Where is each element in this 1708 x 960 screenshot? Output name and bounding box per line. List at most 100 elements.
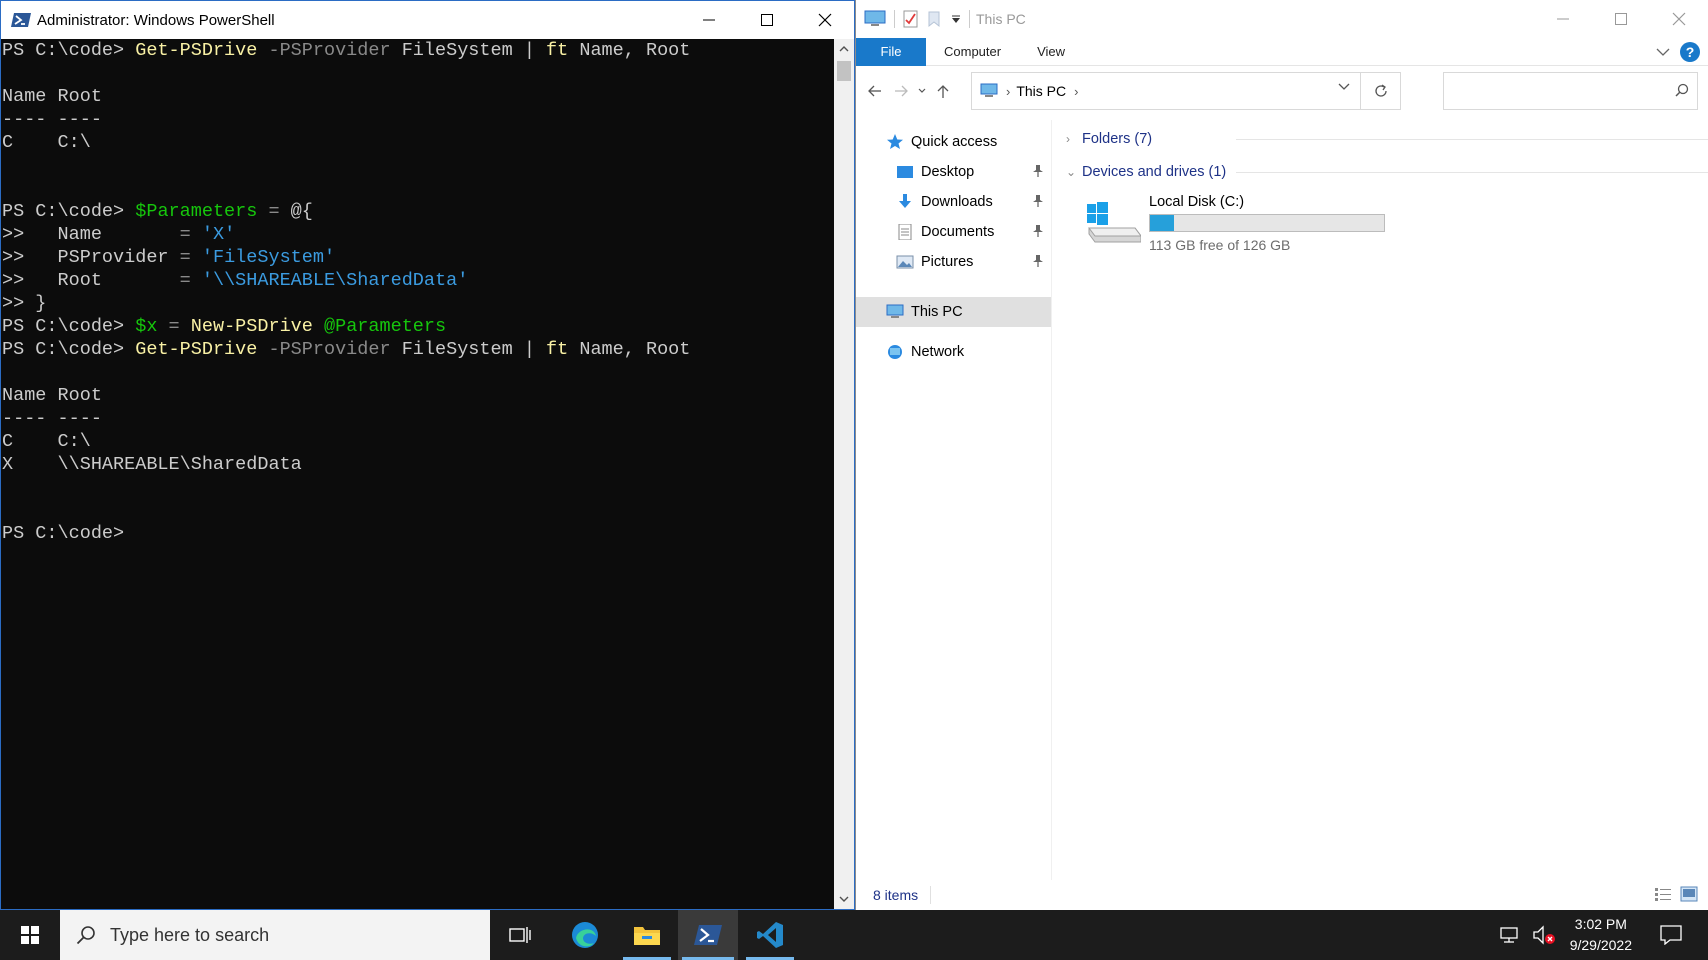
- notifications-icon[interactable]: [1660, 925, 1682, 945]
- taskbar-file-explorer[interactable]: [619, 910, 675, 960]
- clock-time: 3:02 PM: [1574, 916, 1627, 932]
- sidebar-item-label: Pictures: [921, 254, 974, 270]
- details-view-icon[interactable]: [1654, 886, 1672, 902]
- sidebar-item-label: Desktop: [921, 164, 975, 180]
- pictures-icon: [896, 255, 914, 269]
- address-bar[interactable]: › This PC ›: [971, 72, 1401, 110]
- start-button[interactable]: [0, 910, 60, 960]
- drive-usage-fill: [1150, 215, 1175, 231]
- console-line: ---- ----: [2, 407, 832, 430]
- minimize-button[interactable]: [1534, 0, 1592, 38]
- close-icon: [1672, 12, 1686, 26]
- refresh-button[interactable]: [1360, 73, 1400, 109]
- group-folders[interactable]: › Folders (7): [1066, 127, 1708, 151]
- back-arrow-icon: [868, 85, 881, 97]
- system-tray: 3:02 PM 9/29/2022: [1498, 910, 1708, 960]
- network-status-icon[interactable]: [1498, 926, 1520, 944]
- properties-icon[interactable]: [903, 10, 919, 28]
- close-button[interactable]: [1650, 0, 1708, 38]
- back-button[interactable]: [862, 78, 888, 104]
- scrollbar-thumb[interactable]: [837, 61, 851, 81]
- pin-icon[interactable]: [1032, 224, 1044, 238]
- sidebar-item-this-pc[interactable]: This PC: [856, 297, 1051, 327]
- pin-icon[interactable]: [1032, 254, 1044, 268]
- taskbar-powershell[interactable]: [678, 910, 738, 960]
- sidebar-item-downloads[interactable]: Downloads: [896, 188, 1052, 216]
- taskbar-clock[interactable]: 3:02 PM 9/29/2022: [1570, 914, 1632, 956]
- new-folder-icon[interactable]: [927, 10, 943, 28]
- sidebar-item-label: Quick access: [911, 134, 998, 150]
- powershell-title: Administrator: Windows PowerShell: [37, 11, 275, 29]
- console-scrollbar[interactable]: [834, 39, 854, 909]
- address-dropdown-icon[interactable]: [1338, 83, 1350, 91]
- console-token: X \\SHAREABLE\SharedData: [2, 454, 302, 475]
- powershell-icon: [11, 13, 31, 27]
- volume-muted-icon[interactable]: [1532, 925, 1556, 945]
- scroll-up-icon[interactable]: [834, 39, 854, 59]
- minimize-button[interactable]: [680, 1, 738, 39]
- breadcrumb-separator-icon[interactable]: ›: [1006, 84, 1010, 99]
- breadcrumb-this-pc[interactable]: This PC: [1016, 83, 1066, 99]
- sidebar-item-desktop[interactable]: Desktop: [896, 158, 1052, 186]
- large-icons-view-icon[interactable]: [1680, 886, 1698, 902]
- explorer-window: This PC File Computer View ? › This PC ›…: [855, 0, 1708, 910]
- maximize-button[interactable]: [1592, 0, 1650, 38]
- pin-icon[interactable]: [1032, 164, 1044, 178]
- console-token: Get-PSDrive: [135, 339, 258, 360]
- tab-computer[interactable]: Computer: [926, 38, 1019, 66]
- pin-icon[interactable]: [1032, 194, 1044, 208]
- console-token: >> Root: [2, 270, 180, 291]
- explorer-titlebar[interactable]: This PC: [856, 0, 1708, 38]
- console-token: Name, Root: [568, 339, 691, 360]
- taskbar-search-box[interactable]: Type here to search: [60, 910, 490, 960]
- console-line: PS C:\code> Get-PSDrive -PSProvider File…: [2, 39, 832, 62]
- minimize-icon: [703, 19, 715, 21]
- scroll-down-icon[interactable]: [834, 889, 854, 909]
- sidebar-item-documents[interactable]: Documents: [896, 218, 1052, 246]
- console-line: C C:\: [2, 430, 832, 453]
- customize-qat-icon[interactable]: [951, 14, 961, 24]
- hard-drive-icon: [1087, 202, 1141, 243]
- clock-date: 9/29/2022: [1569, 937, 1632, 953]
- maximize-icon: [761, 14, 773, 26]
- breadcrumb-chevron-icon[interactable]: ›: [1074, 84, 1078, 99]
- taskbar-vscode[interactable]: [742, 910, 798, 960]
- tab-view[interactable]: View: [1019, 38, 1083, 66]
- edge-icon: [572, 922, 598, 948]
- task-view-button[interactable]: [496, 910, 544, 960]
- console-line: >> PSProvider = 'FileSystem': [2, 246, 832, 269]
- console-token: 'X': [201, 224, 236, 245]
- console-line: PS C:\code> $Parameters = @{: [2, 200, 832, 223]
- drive-item-local-disk[interactable]: Local Disk (C:) 113 GB free of 126 GB: [1081, 192, 1411, 272]
- sidebar-item-quick-access[interactable]: Quick access: [886, 128, 1046, 156]
- recent-locations-button[interactable]: [914, 78, 930, 104]
- up-button[interactable]: [930, 78, 956, 104]
- console-line: Name Root: [2, 384, 832, 407]
- taskbar-edge[interactable]: [557, 910, 613, 960]
- close-button[interactable]: [796, 1, 854, 39]
- sidebar-item-label: Documents: [921, 224, 995, 240]
- console-line: PS C:\code> Get-PSDrive -PSProvider File…: [2, 338, 832, 361]
- sidebar-item-pictures[interactable]: Pictures: [896, 248, 1052, 276]
- taskbar: Type here to search 3:02 PM 9/29/2022: [0, 910, 1708, 960]
- console-token: Name Root: [2, 86, 102, 107]
- help-button[interactable]: ?: [1680, 42, 1700, 62]
- powershell-titlebar[interactable]: Administrator: Windows PowerShell: [1, 1, 854, 39]
- forward-button[interactable]: [888, 78, 914, 104]
- sidebar-item-network[interactable]: Network: [886, 338, 1046, 366]
- console-output[interactable]: PS C:\code> Get-PSDrive -PSProvider File…: [2, 39, 832, 909]
- download-icon: [899, 194, 911, 208]
- search-input[interactable]: [1443, 72, 1698, 110]
- console-token: C C:\: [2, 132, 91, 153]
- search-icon: [76, 926, 95, 945]
- tab-file[interactable]: File: [856, 37, 926, 66]
- expand-ribbon-icon[interactable]: [1656, 47, 1670, 57]
- group-devices-and-drives[interactable]: ⌄ Devices and drives (1): [1066, 160, 1708, 184]
- console-token: ---- ----: [2, 408, 102, 429]
- console-token: C C:\: [2, 431, 91, 452]
- console-token: >> }: [2, 293, 47, 314]
- maximize-button[interactable]: [738, 1, 796, 39]
- sidebar-item-label: Network: [911, 344, 965, 360]
